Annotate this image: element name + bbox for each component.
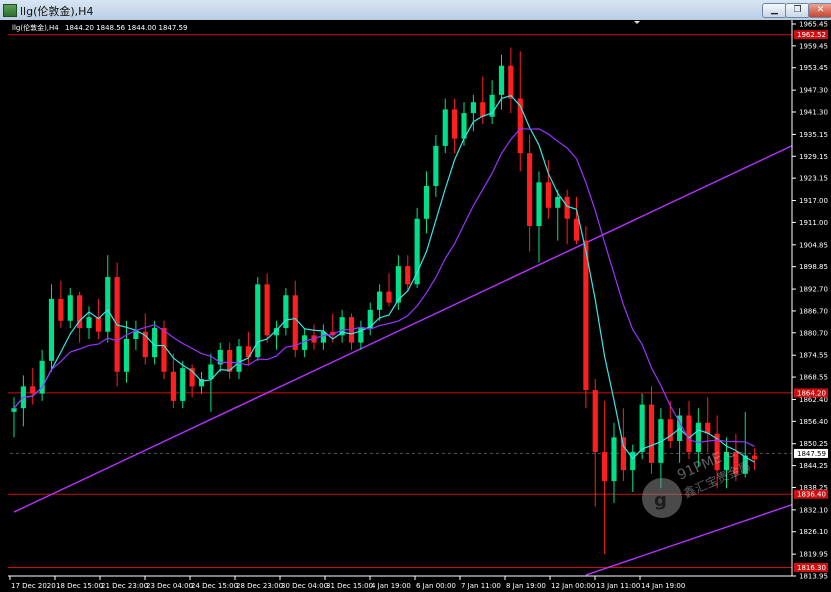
candle-body-6	[67, 295, 73, 321]
candle-body-56	[536, 182, 542, 227]
x-tick-label-1: 18 Dec 15:00	[56, 582, 103, 590]
price-tag-label-0: 1962.52	[797, 31, 826, 39]
ohlc-symbol: llg(伦敦金),H4 1844.20 1848.56 1844.00 1847…	[12, 23, 187, 32]
candle-body-12	[123, 338, 130, 372]
candle-body-33	[320, 331, 326, 343]
candle-body-67	[639, 404, 645, 452]
candle-body-0	[11, 408, 17, 412]
candle-body-5	[58, 298, 64, 321]
candle-body-72	[686, 415, 692, 452]
candle-body-65	[620, 437, 626, 471]
candle-body-21	[208, 364, 214, 380]
y-tick-label-24: 1819.95	[799, 551, 828, 559]
candle-body-42	[405, 266, 411, 285]
y-tick-label-7: 1923.15	[799, 175, 828, 183]
x-tick-label-0: 17 Dec 2020	[11, 582, 56, 590]
price-tag-label-2: 1847.59	[797, 450, 826, 458]
y-tick-label-22: 1832.10	[799, 506, 828, 514]
y-tick-label-1: 1959.45	[799, 42, 828, 50]
candle-body-2	[30, 386, 36, 394]
y-tick-label-16: 1868.55	[799, 374, 828, 382]
y-tick-label-15: 1874.55	[799, 352, 828, 360]
candle-body-8	[86, 317, 92, 329]
watermark-logo: g 91PME.COM 鑫汇宝贵金属	[640, 435, 759, 532]
x-tick-label-9: 6 Jan 00:00	[416, 582, 456, 590]
candle-body-50	[480, 102, 486, 117]
candle-body-40	[386, 291, 392, 303]
x-tick-label-3: 23 Dec 04:00	[146, 582, 193, 590]
x-tick-label-2: 21 Dec 23:00	[101, 582, 148, 590]
x-tick-label-5: 28 Dec 23:00	[236, 582, 283, 590]
candle-body-60	[573, 218, 580, 241]
x-tick-label-13: 13 Jan 11:00	[596, 582, 640, 590]
price-tag-label-1: 1864.20	[797, 389, 826, 397]
watermark-glyph: g	[654, 490, 667, 511]
y-tick-label-11: 1898.85	[799, 263, 828, 271]
candle-body-13	[133, 331, 139, 339]
y-tick-label-13: 1886.70	[799, 307, 828, 315]
candle-body-16	[161, 328, 167, 372]
x-tick-label-4: 24 Dec 15:00	[191, 582, 238, 590]
candle-body-43	[414, 218, 420, 285]
y-tick-label-14: 1880.70	[799, 329, 828, 337]
y-tick-label-3: 1947.30	[799, 87, 828, 95]
y-tick-label-10: 1904.85	[799, 241, 828, 249]
candle-body-39	[377, 291, 383, 310]
candle-body-58	[555, 196, 561, 208]
price-tag-label-4: 1816.30	[797, 564, 826, 572]
candle-body-18	[180, 368, 186, 401]
candle-body-47	[452, 109, 458, 139]
candle-body-79	[752, 455, 758, 460]
y-tick-label-0: 1965.45	[799, 21, 828, 29]
y-tick-label-20: 1844.25	[799, 462, 828, 470]
candle-body-27	[264, 284, 270, 336]
candle-body-29	[283, 295, 289, 329]
candle-body-62	[592, 389, 598, 452]
y-tick-label-25: 1813.95	[799, 573, 828, 581]
candle-body-44	[423, 185, 430, 219]
candle-body-26	[255, 284, 261, 358]
candle-body-63	[602, 451, 608, 482]
candle-body-73	[695, 422, 701, 452]
candle-body-46	[442, 109, 448, 146]
x-tick-label-11: 8 Jan 19:00	[506, 582, 546, 590]
candle-body-49	[470, 102, 476, 114]
x-tick-label-7: 31 Dec 15:00	[326, 582, 373, 590]
candle-body-52	[498, 65, 505, 95]
y-tick-label-5: 1935.15	[799, 131, 828, 139]
candle-body-53	[508, 65, 514, 99]
candle-body-66	[630, 451, 636, 471]
x-tick-label-12: 12 Jan 00:00	[551, 582, 595, 590]
x-tick-label-8: 4 Jan 19:00	[371, 582, 411, 590]
y-tick-label-4: 1941.30	[799, 108, 828, 116]
y-tick-label-12: 1892.70	[799, 286, 828, 294]
y-tick-label-8: 1917.00	[799, 197, 828, 205]
y-tick-label-18: 1856.40	[799, 418, 828, 426]
candle-body-10	[105, 277, 111, 332]
candle-body-57	[545, 182, 551, 208]
candle-body-59	[564, 196, 570, 219]
y-tick-label-2: 1953.45	[799, 64, 828, 72]
candle-body-15	[152, 328, 158, 358]
candle-body-17	[170, 371, 176, 401]
price-tag-label-3: 1836.40	[797, 491, 826, 499]
x-tick-label-14: 14 Jan 19:00	[641, 582, 685, 590]
candle-body-45	[433, 145, 439, 186]
x-tick-label-10: 7 Jan 11:00	[461, 582, 501, 590]
candle-body-4	[48, 298, 55, 361]
candle-body-41	[395, 266, 401, 303]
candle-body-64	[611, 437, 617, 482]
y-tick-label-19: 1850.25	[799, 440, 828, 448]
candle-body-24	[236, 346, 242, 372]
y-tick-label-23: 1826.10	[799, 528, 828, 536]
candle-body-30	[292, 295, 298, 350]
y-tick-label-6: 1929.15	[799, 153, 828, 161]
candle-body-55	[527, 153, 533, 227]
y-tick-label-9: 1911.00	[799, 219, 828, 227]
x-tick-label-6: 30 Dec 04:00	[281, 582, 328, 590]
